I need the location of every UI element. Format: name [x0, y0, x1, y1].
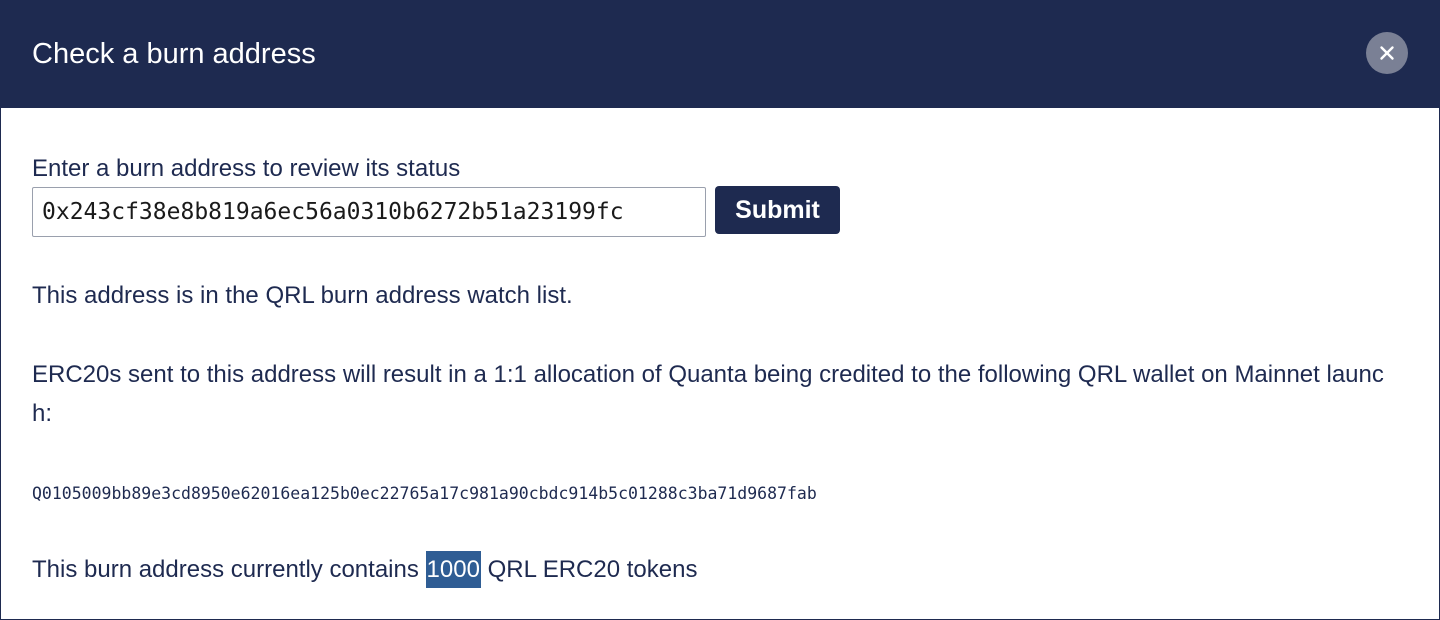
qrl-wallet-address: Q0105009bb89e3cd8950e62016ea125b0ec22765… [32, 484, 817, 503]
balance-amount: 1000 [425, 551, 481, 588]
modal-header: Check a burn address [1, 1, 1439, 108]
burn-address-input[interactable] [32, 187, 706, 237]
address-label: Enter a burn address to review its statu… [32, 155, 461, 182]
balance-prefix: This burn address currently contains [32, 556, 419, 583]
balance-line: This burn address currently contains 100… [32, 551, 697, 588]
allocation-message: ERC20s sent to this address will result … [32, 361, 1384, 427]
close-icon [1379, 45, 1395, 61]
modal-title: Check a burn address [32, 38, 316, 70]
burn-address-modal: Check a burn address Enter a burn addres… [0, 0, 1440, 620]
submit-button[interactable]: Submit [715, 186, 840, 234]
status-message: This address is in the QRL burn address … [32, 282, 573, 309]
close-button[interactable] [1366, 32, 1408, 74]
balance-suffix: QRL ERC20 tokens [487, 556, 698, 583]
